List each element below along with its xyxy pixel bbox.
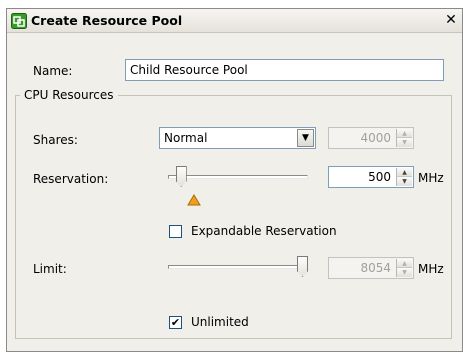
shares-selected-value: Normal [164,131,208,145]
reservation-spinner[interactable]: 500 ▲ ▼ [328,166,414,188]
cpu-resources-legend: CPU Resources [20,88,118,102]
expandable-reservation-checkbox[interactable] [169,225,182,238]
reservation-value: 500 [368,170,391,184]
limit-unit: MHz [418,262,444,276]
title-bar: Create Resource Pool ✕ [7,9,462,33]
reservation-slider-track[interactable] [168,175,308,179]
shares-label: Shares: [33,133,78,147]
spin-down-icon: ▼ [397,268,412,277]
spin-down-icon: ▼ [397,138,412,147]
create-resource-pool-dialog: Create Resource Pool ✕ Name: Child Resou… [6,8,463,352]
warning-icon [187,194,201,206]
unlimited-label: Unlimited [191,315,249,329]
shares-select[interactable]: Normal ▼ [159,127,316,149]
resource-pool-icon [11,13,27,29]
limit-spinner: 8054 ▲ ▼ [328,257,414,279]
chevron-down-icon[interactable]: ▼ [297,129,314,147]
limit-value: 8054 [360,261,391,275]
reservation-unit: MHz [418,171,444,185]
expandable-reservation-label: Expandable Reservation [191,224,337,238]
name-label: Name: [33,64,73,78]
shares-value: 4000 [360,131,391,145]
spin-up-icon: ▲ [397,129,412,138]
spin-up-icon: ▲ [397,259,412,268]
close-icon[interactable]: ✕ [444,13,458,27]
limit-label: Limit: [33,262,67,276]
limit-slider-track [168,265,308,269]
spin-down-icon[interactable]: ▼ [397,177,412,186]
shares-value-spinner: 4000 ▲ ▼ [328,127,414,149]
reservation-label: Reservation: [33,172,109,186]
name-input[interactable]: Child Resource Pool [125,59,444,81]
unlimited-checkbox[interactable]: ✔ [169,316,182,329]
dialog-title: Create Resource Pool [31,13,183,28]
spin-up-icon[interactable]: ▲ [397,168,412,177]
